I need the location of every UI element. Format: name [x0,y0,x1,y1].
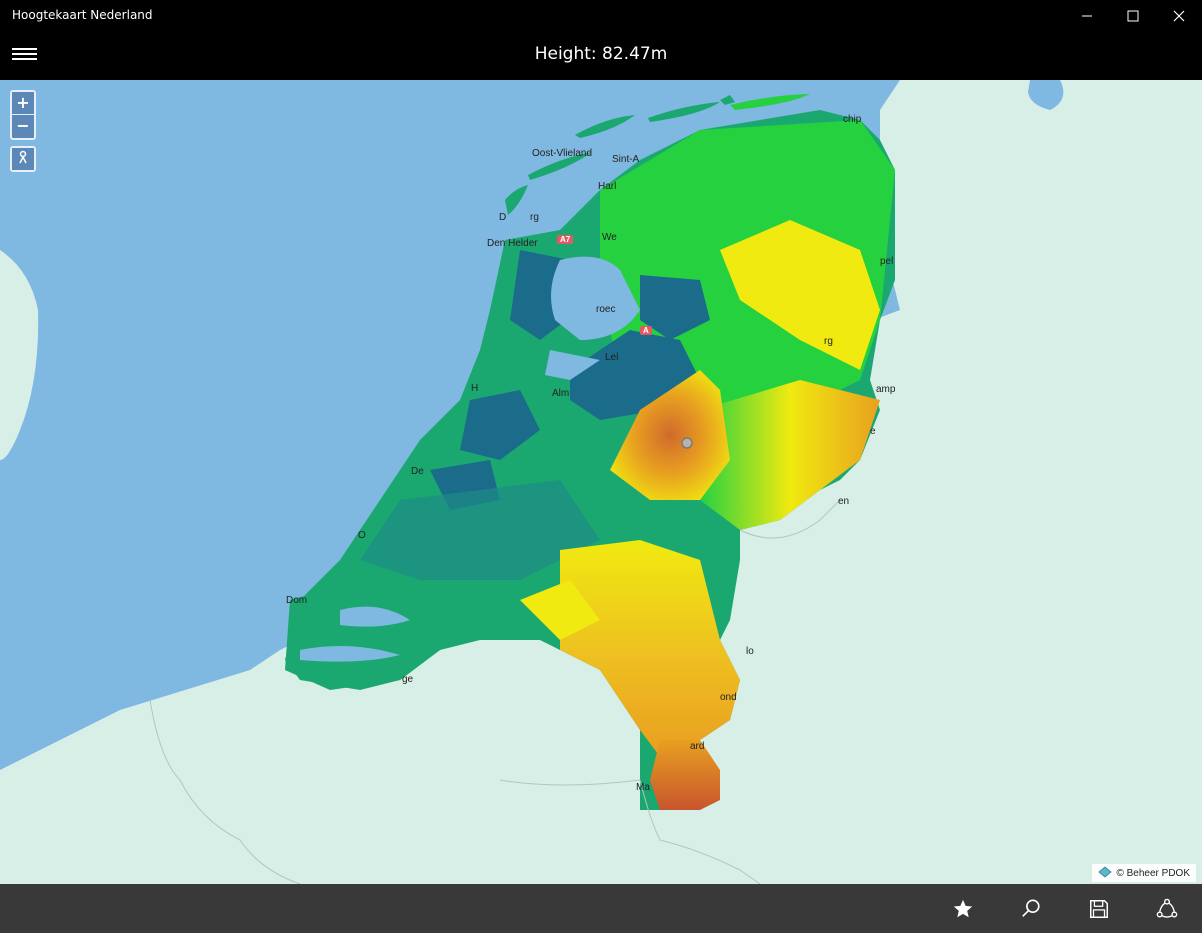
place-label: en [838,496,850,507]
command-bar [0,884,1202,933]
map-view[interactable]: + − Oost-Vlieland Sint-A Harl D rg Den H… [0,80,1202,884]
place-label: amp [876,384,896,395]
zoom-in-button[interactable]: + [12,92,34,114]
locate-button[interactable] [12,148,34,170]
zoom-out-button[interactable]: − [12,114,34,136]
place-label: Ma [636,782,650,793]
save-icon [1090,900,1108,918]
person-pin-icon [19,150,27,164]
close-button[interactable] [1156,0,1202,32]
favorites-button[interactable] [946,892,980,926]
title-bar: Hoogtekaart Nederland [0,0,1202,32]
place-label: rg [824,336,833,347]
place-label: Alm [552,388,570,399]
close-icon [1173,10,1185,22]
place-label: Oost-Vlieland [532,148,593,159]
place-label: ard [690,741,705,752]
location-marker-icon[interactable] [680,436,694,450]
place-label: Lel [605,352,619,363]
road-shield: A7 [557,235,574,244]
road-shield: A [640,326,652,335]
place-label: Sint-A [612,154,640,165]
attribution-text: © Beheer PDOK [1116,867,1190,879]
place-label: lo [746,646,754,657]
place-label: D [499,212,507,223]
map-attribution: © Beheer PDOK [1092,864,1196,882]
height-map [0,80,1202,884]
place-label: rg [530,212,539,223]
minimize-icon [1082,15,1092,17]
share-button[interactable] [1150,892,1184,926]
search-button[interactable] [1014,892,1048,926]
app-header: Height: 82.47m [0,32,1202,80]
layers-icon [1098,866,1113,878]
height-readout: Height: 82.47m [534,44,668,64]
place-label: Harl [598,181,617,192]
zoom-control: + − [10,90,36,140]
window-title: Hoogtekaart Nederland [12,8,153,22]
place-label: H [471,383,479,394]
maximize-button[interactable] [1110,0,1156,32]
place-label: O [358,530,366,541]
search-icon [1022,899,1040,917]
place-label: roec [596,304,616,315]
place-label: Dom [286,595,308,606]
place-label: ond [720,692,737,703]
place-label: De [411,466,424,477]
location-control [10,146,36,172]
place-label: ge [402,674,414,685]
place-label: pel [880,256,894,267]
place-label: Den Helder [487,238,538,249]
star-icon [953,899,973,918]
maximize-icon [1127,10,1139,22]
minimize-button[interactable] [1064,0,1110,32]
save-button[interactable] [1082,892,1116,926]
place-label: We [602,232,617,243]
place-label: chip [843,114,862,125]
share-icon [1156,898,1178,918]
place-label: e [870,426,876,437]
